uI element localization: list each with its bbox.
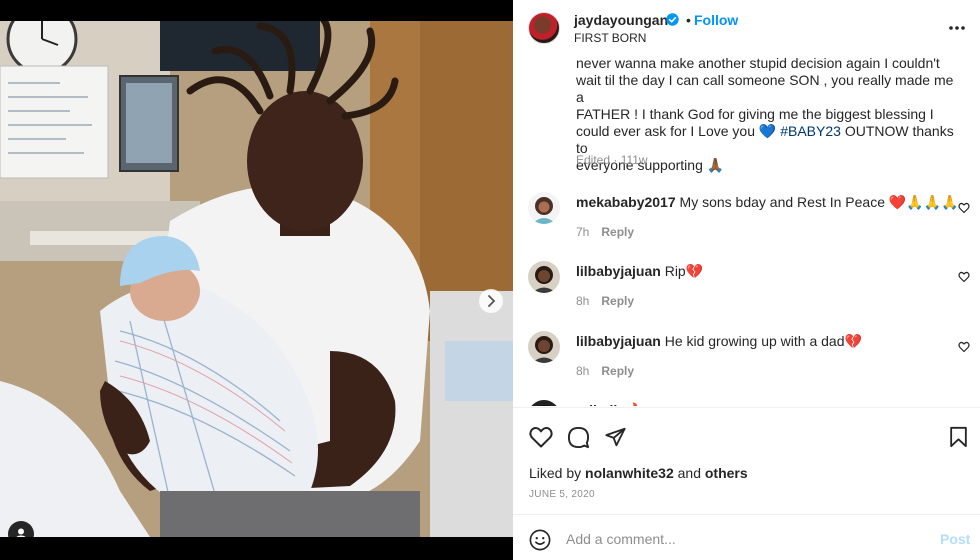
post-date[interactable]: JUNE 5, 2020 (529, 489, 595, 500)
caption-line: wait til the day I can call someone SON … (576, 72, 954, 105)
comment-meta: 8h Reply (576, 364, 634, 378)
comment-content: He kid growing up with a dad💔 (664, 333, 862, 349)
commenter-avatar[interactable] (528, 400, 560, 406)
user-icon (16, 528, 26, 537)
post-comment-button[interactable]: Post (940, 531, 970, 547)
caption-edited-time: Edited · 111w (576, 153, 648, 167)
post-subtitle: FIRST BORN (574, 31, 647, 45)
reply-button[interactable]: Reply (601, 225, 634, 239)
comment-item: mekababy2017 My sons bday and Rest In Pe… (513, 192, 980, 252)
comment-time[interactable]: 7h (576, 225, 589, 239)
comment-item: lilbabyjajuan Rip💔 8h Reply (513, 261, 980, 321)
liked-by-user[interactable]: nolanwhite32 (585, 465, 674, 481)
emoji-icon[interactable] (529, 529, 551, 551)
commenter-avatar[interactable] (528, 331, 560, 363)
like-heart-icon[interactable] (529, 426, 553, 448)
comment-item: ndb_jb 🔥 (513, 400, 980, 406)
liked-by-summary: Liked by nolanwhite32 and others (529, 465, 748, 481)
commenter-avatar[interactable] (528, 261, 560, 293)
comment-text: lilbabyjajuan He kid growing up with a d… (576, 333, 862, 350)
post-details-panel: jaydayoungan • Follow FIRST BORN never w… (513, 0, 980, 560)
post-photo (0, 21, 513, 537)
comment-username[interactable]: mekababy2017 (576, 194, 676, 210)
comment-username[interactable]: ndb_jb (576, 402, 622, 406)
verified-badge-icon (666, 13, 679, 26)
comment-content: My sons bday and Rest In Peace ❤️🙏🙏🙏 (679, 194, 959, 210)
add-comment-bar: Post (513, 514, 980, 560)
comment-input[interactable] (566, 527, 926, 551)
commenter-avatar[interactable] (528, 192, 560, 224)
author-username[interactable]: jaydayoungan (574, 12, 668, 28)
caption-line: could ever ask for I Love you 💙 #BABY23 … (576, 123, 961, 157)
comment-meta: 8h Reply (576, 294, 634, 308)
carousel-next-button[interactable] (479, 289, 503, 313)
comment-username[interactable]: lilbabyjajuan (576, 263, 661, 279)
liked-by-and: and (677, 465, 701, 481)
comments-scroll-area[interactable]: never wanna make another stupid decision… (513, 50, 980, 406)
liked-by-prefix: Liked by (529, 465, 582, 481)
comment-time[interactable]: 8h (576, 364, 589, 378)
like-comment-heart-icon[interactable] (958, 341, 970, 353)
comment-bubble-icon[interactable] (567, 426, 590, 449)
comment-text: mekababy2017 My sons bday and Rest In Pe… (576, 194, 959, 211)
more-horizontal-icon[interactable] (947, 18, 967, 38)
save-bookmark-icon[interactable] (949, 426, 968, 448)
comment-time[interactable]: 8h (576, 294, 589, 308)
author-avatar[interactable] (528, 12, 560, 44)
caption-text: could ever ask for I Love you 💙 (576, 123, 777, 139)
comment-username[interactable]: lilbabyjajuan (576, 333, 661, 349)
hashtag-link[interactable]: #BABY23 (780, 123, 841, 139)
comment-meta: 7h Reply (576, 225, 634, 239)
follow-button[interactable]: Follow (694, 12, 738, 28)
chevron-right-icon (488, 295, 496, 307)
comment-content: 🔥 (626, 402, 643, 406)
comment-text: lilbabyjajuan Rip💔 (576, 263, 703, 280)
caption-line: never wanna make another stupid decision… (576, 55, 940, 71)
header-separator: • (686, 12, 691, 28)
post-header: jaydayoungan • Follow FIRST BORN (513, 0, 980, 50)
share-send-icon[interactable] (604, 426, 627, 448)
comment-text: ndb_jb 🔥 (576, 402, 643, 406)
post-actions: Liked by nolanwhite32 and others JUNE 5,… (513, 407, 980, 507)
caption-line: FATHER ! I thank God for giving me the b… (576, 106, 934, 122)
reply-button[interactable]: Reply (601, 364, 634, 378)
reply-button[interactable]: Reply (601, 294, 634, 308)
comment-item: lilbabyjajuan He kid growing up with a d… (513, 331, 980, 391)
comment-content: Rip💔 (664, 263, 704, 279)
post-media[interactable] (0, 21, 513, 537)
instagram-post-modal: jaydayoungan • Follow FIRST BORN never w… (0, 0, 980, 560)
like-comment-heart-icon[interactable] (958, 271, 970, 283)
like-comment-heart-icon[interactable] (958, 202, 970, 214)
liked-by-others[interactable]: others (705, 465, 748, 481)
